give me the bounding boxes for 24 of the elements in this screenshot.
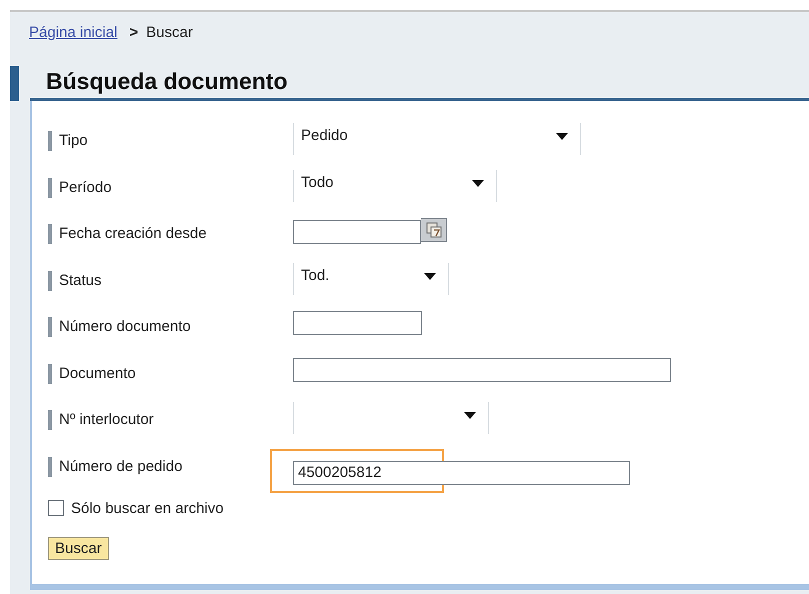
checkbox[interactable] [48,500,64,516]
date-field[interactable] [293,220,421,244]
caret-icon [472,180,484,186]
search-button[interactable]: Buscar [48,537,109,560]
dropdown[interactable]: Todo [293,170,497,202]
breadcrumb-current: Buscar [146,24,193,41]
calendar-icon [426,222,442,238]
dropdown[interactable]: Tod. [293,262,449,294]
field-label: Nº interlocutor [48,410,293,430]
field-label: Status [48,270,293,290]
text-field[interactable] [293,311,422,335]
checkbox-label: Sólo buscar en archivo [71,500,224,516]
field-label: Período [48,178,293,198]
text-field[interactable]: 4500205812 [293,460,630,484]
field-label: Tipo [48,131,293,151]
title-accent-bar [10,66,19,101]
dropdown[interactable]: Pedido [293,123,581,155]
caret-icon [556,133,568,140]
breadcrumb-separator: > [129,24,138,41]
calendar-button[interactable] [421,218,447,242]
home-link[interactable]: Página inicial [29,24,122,41]
caret-icon [464,412,476,419]
caret-icon [424,272,436,280]
text-field[interactable] [293,358,671,382]
